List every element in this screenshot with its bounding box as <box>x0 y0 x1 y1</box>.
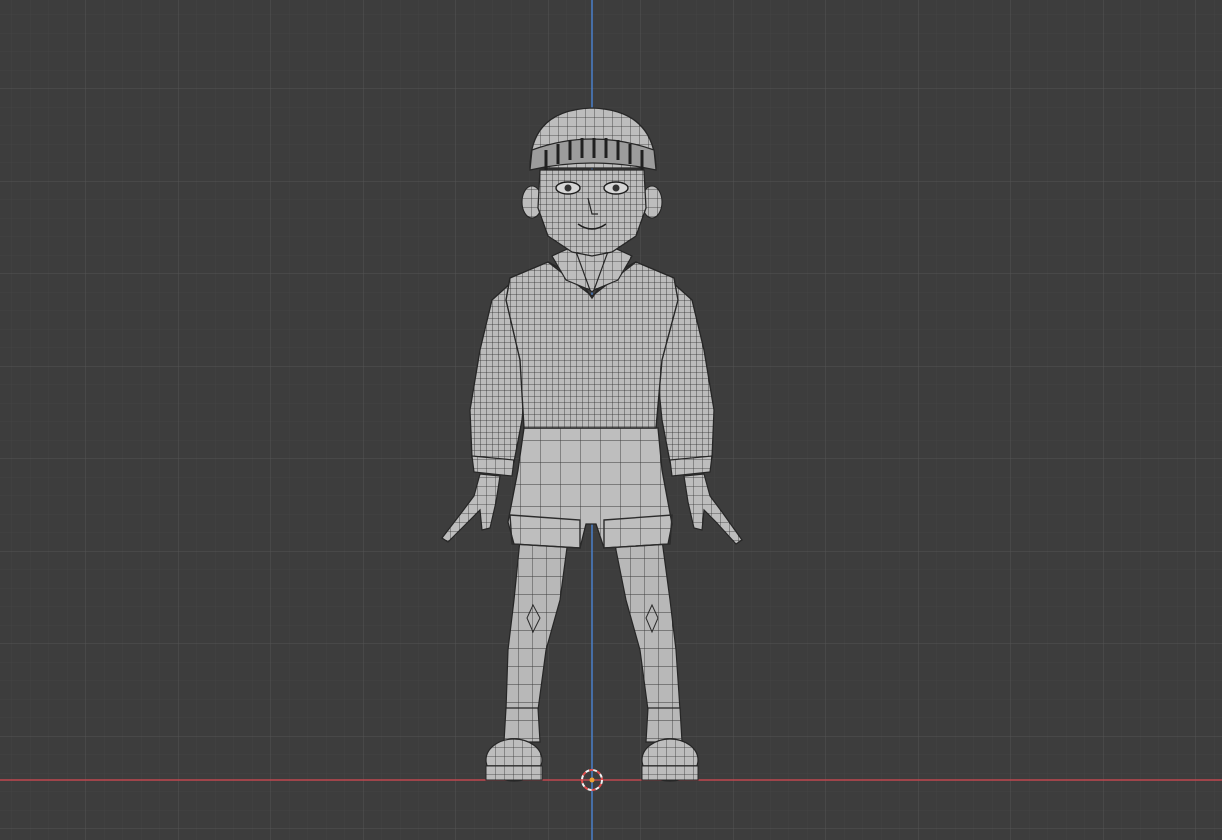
3d-viewport[interactable] <box>0 0 1222 840</box>
character-mesh[interactable] <box>440 100 746 790</box>
